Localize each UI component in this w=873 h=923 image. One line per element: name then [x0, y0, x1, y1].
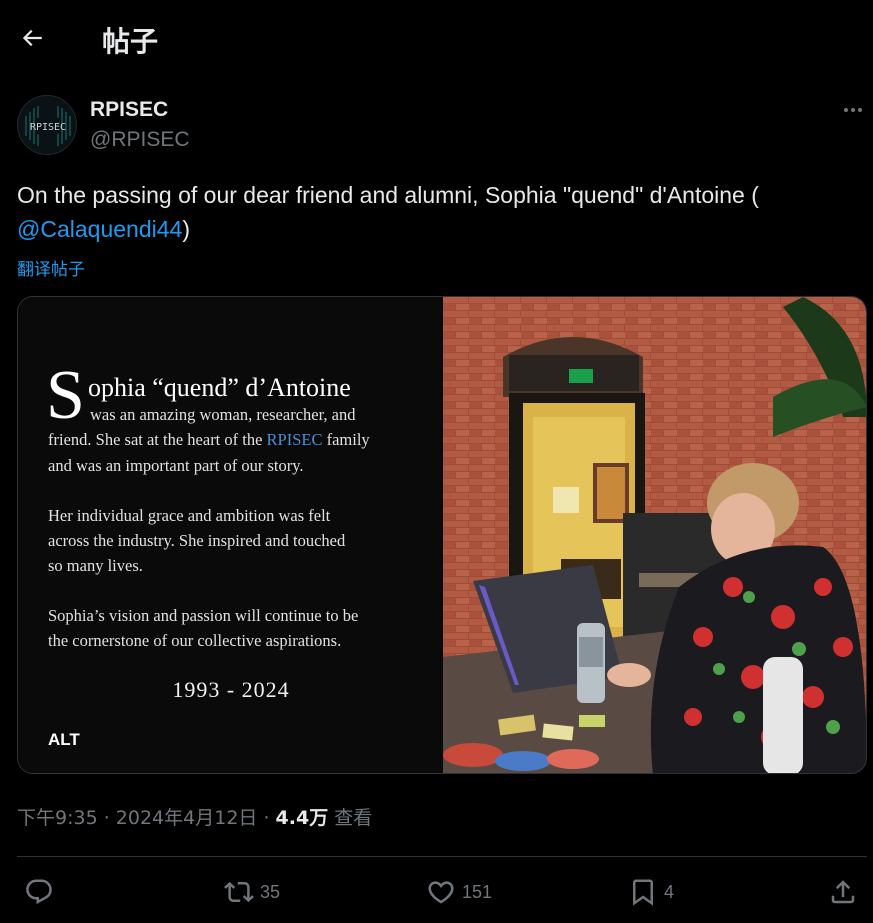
- author-display-name[interactable]: RPISEC: [90, 98, 168, 122]
- more-options-button[interactable]: [836, 96, 870, 124]
- reply-icon: [26, 879, 52, 905]
- bookmark-button[interactable]: 4: [628, 872, 674, 912]
- memorial-line: friend. She sat at the heart of the RPIS…: [48, 430, 370, 450]
- rpisec-logo-icon: RPISEC: [18, 96, 76, 154]
- translate-post-link[interactable]: 翻译帖子: [17, 255, 85, 280]
- memorial-line: across the industry. She inspired and to…: [48, 531, 346, 550]
- memorial-card-image[interactable]: S ophia “quend” d’Antoine was an amazing…: [18, 297, 443, 773]
- tweet-text: On the passing of our dear friend and al…: [17, 178, 867, 246]
- back-button[interactable]: [14, 20, 50, 56]
- tweet-date[interactable]: 2024年4月12日: [116, 807, 258, 829]
- share-icon: [831, 880, 855, 904]
- avatar-logo-text: RPISEC: [30, 122, 66, 133]
- memorial-line: so many lives.: [48, 556, 143, 575]
- alt-text-button[interactable]: ALT: [48, 730, 80, 750]
- avatar[interactable]: RPISEC: [17, 95, 77, 155]
- bookmark-icon: [633, 879, 653, 906]
- arrow-left-icon: [22, 29, 42, 47]
- retweet-icon: [224, 881, 254, 903]
- memorial-name: ophia “quend” d’Antoine: [88, 373, 351, 402]
- mention-link[interactable]: @Calaquendi44: [17, 216, 182, 242]
- page-title: 帖子: [102, 25, 159, 58]
- view-label: 查看: [334, 807, 373, 829]
- memorial-dropcap: S: [46, 357, 85, 434]
- separator: ·: [97, 807, 116, 829]
- reply-button[interactable]: [24, 872, 60, 912]
- memorial-line-text: friend. She sat at the heart of the: [48, 430, 267, 449]
- top-bar: 帖子: [0, 0, 873, 76]
- heart-icon: [428, 881, 454, 904]
- tweet-timestamp: 下午9:35 · 2024年4月12日 · 4.4万 查看: [17, 803, 372, 830]
- tweet-time[interactable]: 下午9:35: [17, 807, 98, 829]
- memorial-line: Her individual grace and ambition was fe…: [48, 506, 331, 525]
- share-button[interactable]: [828, 872, 858, 912]
- memorial-line: was an amazing woman, researcher, and: [90, 405, 356, 424]
- memorial-line: the cornerstone of our collective aspira…: [48, 631, 342, 650]
- like-count: 151: [462, 881, 493, 902]
- memorial-line: Sophia’s vision and passion will continu…: [48, 606, 359, 625]
- tweet-text-after: ): [182, 216, 190, 242]
- bookmark-count: 4: [664, 881, 675, 902]
- office-photo-illustration: [443, 297, 866, 773]
- tweet-text-before: On the passing of our dear friend and al…: [17, 182, 759, 208]
- separator: ·: [257, 807, 276, 829]
- memorial-years: 1993 - 2024: [172, 677, 290, 702]
- retweet-count: 35: [260, 881, 281, 902]
- memorial-highlight: RPISEC: [266, 430, 323, 449]
- divider: [17, 856, 867, 857]
- memorial-line-text: family: [322, 430, 370, 449]
- media-attachment[interactable]: S ophia “quend” d’Antoine was an amazing…: [17, 296, 867, 774]
- view-count: 4.4万: [275, 807, 329, 829]
- author-handle[interactable]: @RPISEC: [90, 128, 190, 152]
- like-button[interactable]: 151: [426, 872, 492, 912]
- memorial-line: and was an important part of our story.: [48, 456, 304, 475]
- retweet-button[interactable]: 35: [224, 872, 280, 912]
- more-horizontal-icon: [844, 108, 862, 112]
- office-photo[interactable]: [443, 297, 866, 773]
